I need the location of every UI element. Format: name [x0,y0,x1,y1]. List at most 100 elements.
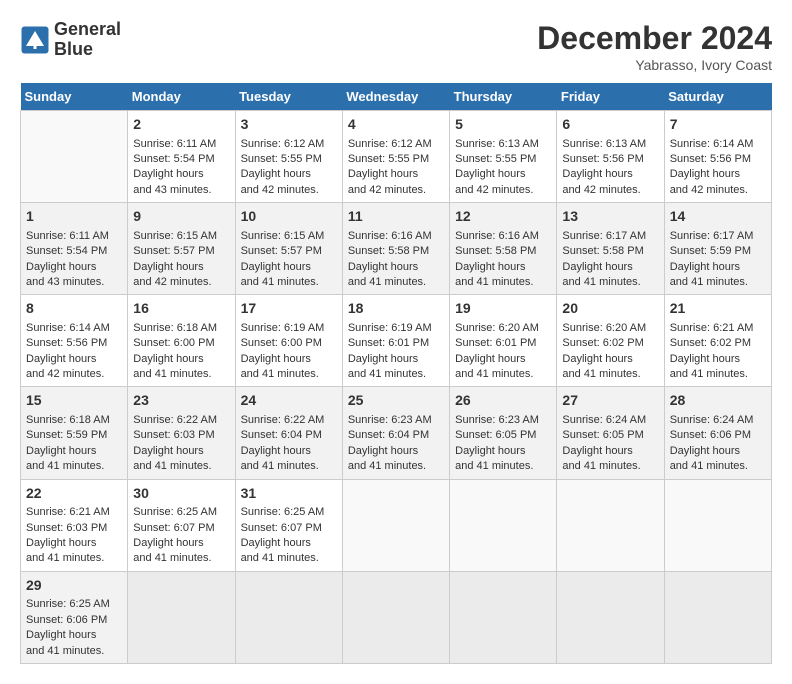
sunrise-text: Sunrise: 6:16 AM [348,230,432,242]
sunset-text: Sunset: 6:06 PM [670,429,751,441]
daylight-duration: and 41 minutes. [670,460,748,472]
sunset-text: Sunset: 5:57 PM [241,245,322,257]
calendar-week-row: 1Sunrise: 6:11 AMSunset: 5:54 PMDaylight… [21,203,772,295]
sunrise-text: Sunrise: 6:22 AM [133,414,217,426]
calendar-week-row: 2Sunrise: 6:11 AMSunset: 5:54 PMDaylight… [21,111,772,203]
day-number: 16 [133,299,229,319]
sunrise-text: Sunrise: 6:15 AM [241,230,325,242]
sunset-text: Sunset: 6:01 PM [348,337,429,349]
daylight-label: Daylight hours [133,537,203,549]
sunrise-text: Sunrise: 6:19 AM [348,322,432,334]
day-number: 30 [133,484,229,504]
sunset-text: Sunset: 5:58 PM [562,245,643,257]
calendar-cell [235,571,342,663]
sunset-text: Sunset: 5:59 PM [26,429,107,441]
calendar-week-row: 22Sunrise: 6:21 AMSunset: 6:03 PMDayligh… [21,479,772,571]
daylight-label: Daylight hours [670,168,740,180]
daylight-label: Daylight hours [133,353,203,365]
sunset-text: Sunset: 5:56 PM [26,337,107,349]
day-number: 12 [455,207,551,227]
calendar-cell: 17Sunrise: 6:19 AMSunset: 6:00 PMDayligh… [235,295,342,387]
daylight-duration: and 42 minutes. [562,184,640,196]
calendar-cell: 14Sunrise: 6:17 AMSunset: 5:59 PMDayligh… [664,203,771,295]
sunrise-text: Sunrise: 6:24 AM [562,414,646,426]
daylight-duration: and 42 minutes. [348,184,426,196]
day-number: 31 [241,484,337,504]
day-number: 3 [241,115,337,135]
daylight-duration: and 41 minutes. [133,552,211,564]
calendar-cell: 16Sunrise: 6:18 AMSunset: 6:00 PMDayligh… [128,295,235,387]
daylight-label: Daylight hours [348,261,418,273]
sunrise-text: Sunrise: 6:24 AM [670,414,754,426]
daylight-label: Daylight hours [455,353,525,365]
daylight-label: Daylight hours [241,168,311,180]
daylight-label: Daylight hours [26,537,96,549]
sunset-text: Sunset: 5:58 PM [348,245,429,257]
sunrise-text: Sunrise: 6:25 AM [241,506,325,518]
location-title: Yabrasso, Ivory Coast [537,57,772,73]
sunset-text: Sunset: 6:05 PM [562,429,643,441]
day-number: 19 [455,299,551,319]
daylight-label: Daylight hours [26,261,96,273]
title-area: December 2024 Yabrasso, Ivory Coast [537,20,772,73]
daylight-label: Daylight hours [133,261,203,273]
day-number: 23 [133,391,229,411]
sunset-text: Sunset: 5:55 PM [241,153,322,165]
daylight-duration: and 41 minutes. [670,368,748,380]
sunset-text: Sunset: 5:55 PM [348,153,429,165]
day-number: 15 [26,391,122,411]
day-number: 7 [670,115,766,135]
calendar-cell: 23Sunrise: 6:22 AMSunset: 6:03 PMDayligh… [128,387,235,479]
daylight-duration: and 41 minutes. [26,552,104,564]
daylight-label: Daylight hours [241,261,311,273]
sunrise-text: Sunrise: 6:18 AM [133,322,217,334]
calendar-cell: 28Sunrise: 6:24 AMSunset: 6:06 PMDayligh… [664,387,771,479]
daylight-duration: and 41 minutes. [241,460,319,472]
sunset-text: Sunset: 6:06 PM [26,614,107,626]
daylight-label: Daylight hours [670,445,740,457]
calendar-cell: 22Sunrise: 6:21 AMSunset: 6:03 PMDayligh… [21,479,128,571]
calendar-cell: 27Sunrise: 6:24 AMSunset: 6:05 PMDayligh… [557,387,664,479]
calendar-cell: 1Sunrise: 6:11 AMSunset: 5:54 PMDaylight… [21,203,128,295]
daylight-duration: and 41 minutes. [562,460,640,472]
calendar-cell: 31Sunrise: 6:25 AMSunset: 6:07 PMDayligh… [235,479,342,571]
day-number: 6 [562,115,658,135]
calendar-cell: 20Sunrise: 6:20 AMSunset: 6:02 PMDayligh… [557,295,664,387]
day-number: 26 [455,391,551,411]
calendar-cell [342,479,449,571]
calendar-week-row: 15Sunrise: 6:18 AMSunset: 5:59 PMDayligh… [21,387,772,479]
daylight-label: Daylight hours [241,537,311,549]
day-header-friday: Friday [557,83,664,111]
day-number: 4 [348,115,444,135]
day-number: 21 [670,299,766,319]
daylight-duration: and 42 minutes. [133,276,211,288]
sunrise-text: Sunrise: 6:11 AM [26,230,109,242]
daylight-label: Daylight hours [670,353,740,365]
sunrise-text: Sunrise: 6:17 AM [562,230,646,242]
day-header-saturday: Saturday [664,83,771,111]
calendar-cell [664,479,771,571]
calendar-cell: 12Sunrise: 6:16 AMSunset: 5:58 PMDayligh… [450,203,557,295]
calendar-cell: 4Sunrise: 6:12 AMSunset: 5:55 PMDaylight… [342,111,449,203]
day-number: 9 [133,207,229,227]
daylight-duration: and 41 minutes. [670,276,748,288]
day-number: 22 [26,484,122,504]
calendar-cell: 29Sunrise: 6:25 AMSunset: 6:06 PMDayligh… [21,571,128,663]
daylight-duration: and 41 minutes. [562,368,640,380]
daylight-label: Daylight hours [26,445,96,457]
daylight-duration: and 42 minutes. [26,368,104,380]
calendar-cell: 19Sunrise: 6:20 AMSunset: 6:01 PMDayligh… [450,295,557,387]
sunset-text: Sunset: 6:03 PM [133,429,214,441]
sunset-text: Sunset: 6:00 PM [241,337,322,349]
calendar-header-row: SundayMondayTuesdayWednesdayThursdayFrid… [21,83,772,111]
daylight-label: Daylight hours [348,353,418,365]
calendar-cell [450,571,557,663]
sunrise-text: Sunrise: 6:23 AM [348,414,432,426]
daylight-duration: and 41 minutes. [348,368,426,380]
daylight-label: Daylight hours [455,168,525,180]
day-number: 24 [241,391,337,411]
daylight-duration: and 41 minutes. [348,460,426,472]
header: General Blue December 2024 Yabrasso, Ivo… [20,20,772,73]
sunset-text: Sunset: 5:54 PM [133,153,214,165]
calendar-cell: 25Sunrise: 6:23 AMSunset: 6:04 PMDayligh… [342,387,449,479]
